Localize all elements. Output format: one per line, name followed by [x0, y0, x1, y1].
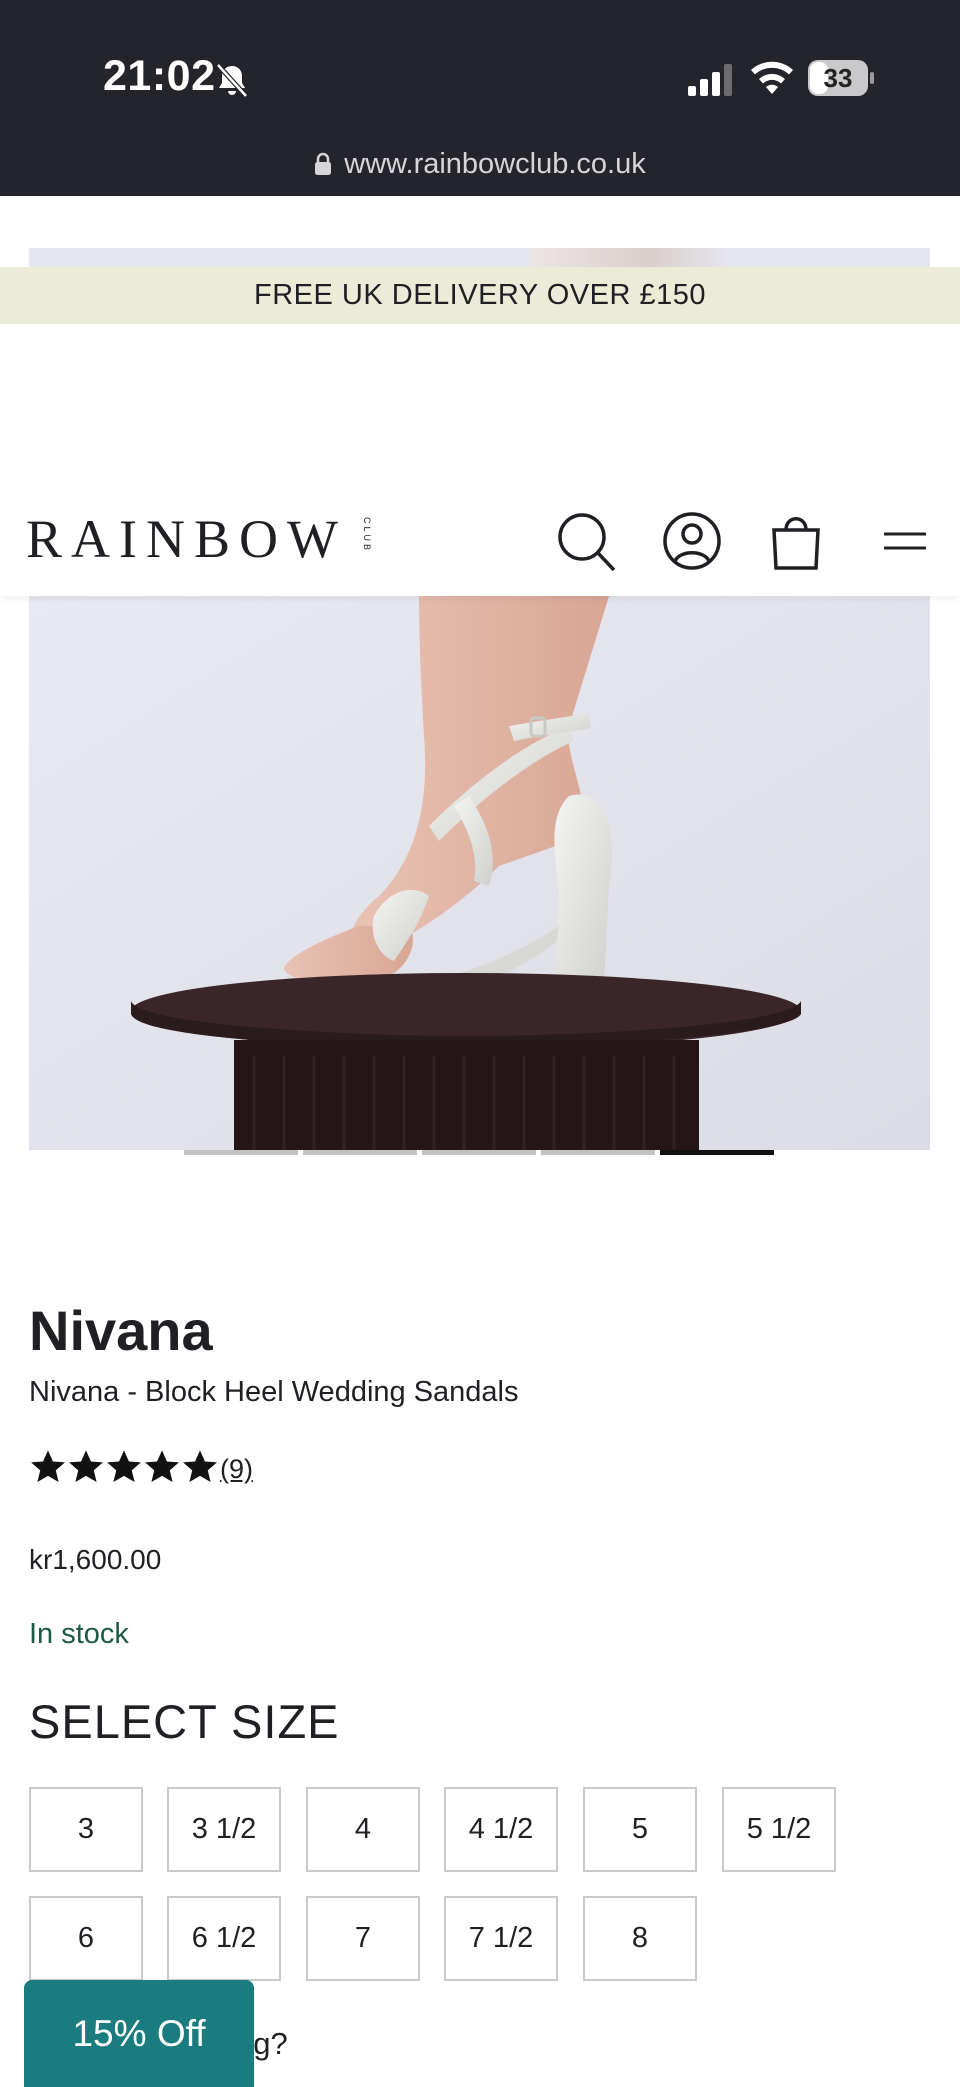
product-price: kr1,600.00 — [29, 1544, 162, 1575]
product-image[interactable] — [29, 596, 930, 1150]
size-option[interactable]: 3 — [29, 1787, 143, 1872]
gallery-indicator[interactable] — [184, 1150, 298, 1155]
bell-muted-icon — [216, 63, 248, 98]
size-option[interactable]: 8 — [583, 1896, 697, 1981]
url-text: www.rainbowclub.co.uk — [344, 148, 646, 180]
site-logo-sub: CLUB — [362, 517, 372, 554]
gallery-indicator[interactable] — [422, 1150, 536, 1155]
star-icon — [145, 1450, 179, 1483]
battery-icon: 33 — [808, 60, 874, 96]
battery-percent: 33 — [823, 63, 853, 93]
address-bar[interactable]: www.rainbowclub.co.uk — [0, 148, 960, 181]
gallery-image-top-edge — [29, 248, 930, 268]
status-bar: 21:02 33 www.rainbowclub.co.uk — [0, 0, 960, 196]
signal-icon — [688, 64, 732, 96]
size-option[interactable]: 7 — [306, 1896, 420, 1981]
size-option[interactable]: 7 1/2 — [444, 1896, 558, 1981]
bag-icon[interactable] — [766, 510, 826, 572]
size-option[interactable]: 5 — [583, 1787, 697, 1872]
menu-icon[interactable] — [880, 510, 930, 572]
gallery-indicator[interactable] — [660, 1150, 774, 1155]
star-icon — [31, 1450, 65, 1483]
stock-status: In stock — [29, 1618, 129, 1650]
size-option[interactable]: 4 1/2 — [444, 1787, 558, 1872]
star-icon — [183, 1450, 217, 1483]
wifi-icon — [751, 61, 793, 94]
size-option[interactable]: 3 1/2 — [167, 1787, 281, 1872]
star-icon — [107, 1450, 141, 1483]
discount-tab[interactable]: 15% Off — [24, 1980, 254, 2087]
star-icon — [69, 1450, 103, 1483]
gallery-indicator[interactable] — [303, 1150, 417, 1155]
size-option[interactable]: 6 — [29, 1896, 143, 1981]
size-option[interactable]: 6 1/2 — [167, 1896, 281, 1981]
search-icon[interactable] — [556, 510, 616, 572]
gallery-image-top-detail — [530, 248, 730, 268]
lock-icon — [315, 152, 332, 175]
select-size-heading: SELECT SIZE — [29, 1695, 340, 1748]
site-logo[interactable]: RAINBOW — [26, 508, 347, 570]
gallery-indicators — [184, 1150, 776, 1156]
sandal-illustration — [29, 596, 930, 1150]
product-subtitle: Nivana - Block Heel Wedding Sandals — [29, 1376, 519, 1408]
site-header: RAINBOW CLUB — [0, 480, 960, 596]
gallery-indicator[interactable] — [541, 1150, 655, 1155]
product-title: Nivana — [29, 1299, 213, 1362]
promo-banner: FREE UK DELIVERY OVER £150 — [0, 267, 960, 324]
review-count-link[interactable]: (9) — [220, 1454, 253, 1485]
size-option[interactable]: 5 1/2 — [722, 1787, 836, 1872]
size-option[interactable]: 4 — [306, 1787, 420, 1872]
account-icon[interactable] — [662, 510, 722, 572]
status-time: 21:02 — [103, 52, 216, 100]
